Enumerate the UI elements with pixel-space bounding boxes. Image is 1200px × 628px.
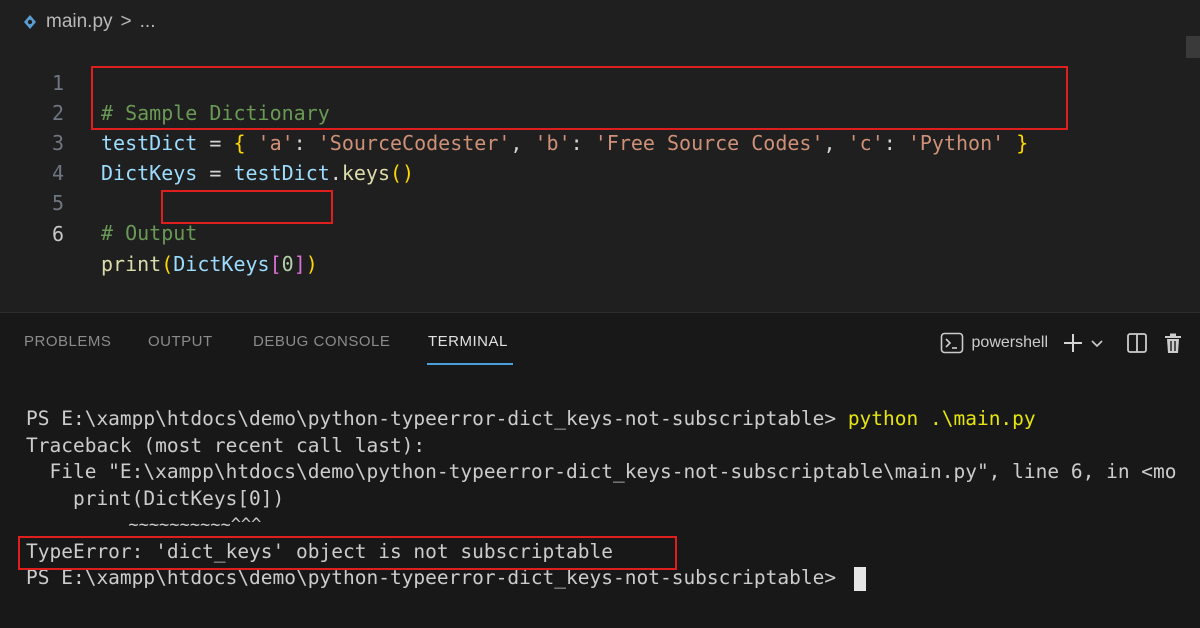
shell-name: powershell — [971, 334, 1048, 351]
chevron-down-icon — [1091, 340, 1103, 348]
breadcrumb: main.py > ... — [22, 10, 155, 34]
tab-terminal[interactable]: TERMINAL — [428, 333, 508, 350]
code-editor[interactable]: main.py > ... 1 # Sample Dictionary 2 te… — [0, 0, 1200, 312]
terminal-line: File "E:\xampp\htdocs\demo\python-typeer… — [26, 460, 1177, 483]
terminal-line: PS E:\xampp\htdocs\demo\python-typeerror… — [26, 406, 1177, 433]
code-comment: # Output — [101, 221, 198, 245]
terminal-panel: PROBLEMS OUTPUT DEBUG CONSOLE TERMINAL p… — [0, 313, 1200, 628]
kill-terminal-button[interactable] — [1162, 332, 1184, 354]
code-token: print — [101, 252, 162, 276]
terminal-line: Traceback (most recent call last): — [26, 433, 426, 457]
tab-debug-console[interactable]: DEBUG CONSOLE — [253, 333, 390, 350]
terminal-selector[interactable]: powershell — [940, 332, 1048, 354]
terminal-cursor — [853, 566, 866, 591]
python-file-icon — [24, 15, 36, 29]
code-token: DictKeys — [173, 252, 270, 276]
terminal-icon — [940, 332, 963, 354]
breadcrumb-more[interactable]: ... — [140, 11, 156, 33]
tab-output[interactable]: OUTPUT — [148, 333, 213, 350]
split-terminal-button[interactable] — [1126, 332, 1148, 354]
code-token: ( — [161, 252, 174, 276]
split-icon — [1127, 333, 1147, 353]
breadcrumb-file[interactable]: main.py — [46, 11, 113, 33]
code-line[interactable]: 1 # Sample Dictionary — [0, 38, 1180, 125]
terminal-line: ~~~~~~~~~~^^^ — [26, 515, 262, 535]
plus-icon — [1064, 334, 1082, 352]
tab-problems[interactable]: PROBLEMS — [24, 333, 111, 350]
code-token: 0 — [281, 252, 294, 276]
terminal-toolbar: powershell — [940, 327, 1184, 359]
code-line[interactable]: 5 # Output — [0, 158, 1180, 245]
new-terminal-button[interactable] — [1062, 332, 1084, 354]
code-token: ) — [305, 252, 318, 276]
terminal-prompt: PS E:\xampp\htdocs\demo\python-typeerror… — [26, 407, 848, 430]
terminal-command: python .\main.py — [847, 407, 1036, 430]
breadcrumb-separator: > — [120, 11, 132, 32]
highlight-box-error — [18, 536, 677, 570]
code-token: ] — [293, 252, 306, 276]
active-tab-indicator — [427, 363, 513, 365]
line-number: 6 — [51, 222, 64, 246]
trash-icon — [1165, 333, 1181, 353]
minimap-slider[interactable] — [1186, 36, 1200, 58]
panel-tabs: PROBLEMS OUTPUT DEBUG CONSOLE TERMINAL p… — [0, 313, 1200, 377]
terminal-dropdown-button[interactable] — [1090, 336, 1104, 350]
code-token: [ — [269, 252, 282, 276]
code-line[interactable]: 4 — [0, 128, 1180, 185]
highlight-box-dict-definition — [91, 66, 1068, 130]
highlight-box-print-arg — [161, 190, 333, 224]
terminal-line: print(DictKeys[0]) — [26, 486, 285, 510]
